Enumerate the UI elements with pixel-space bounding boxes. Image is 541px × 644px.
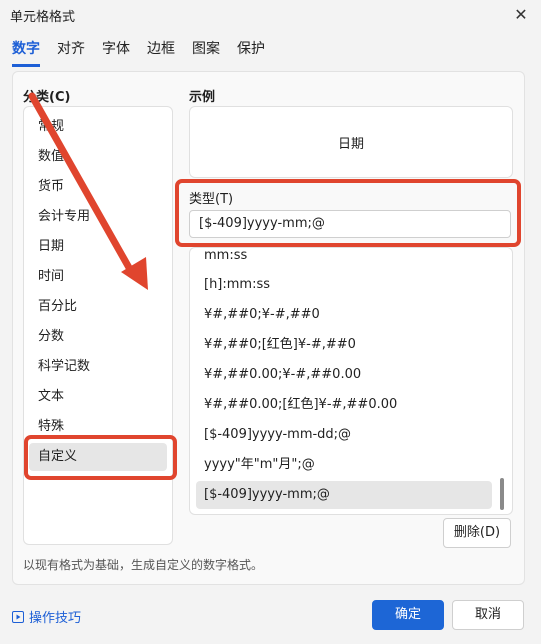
annotation-arrow <box>28 92 148 290</box>
